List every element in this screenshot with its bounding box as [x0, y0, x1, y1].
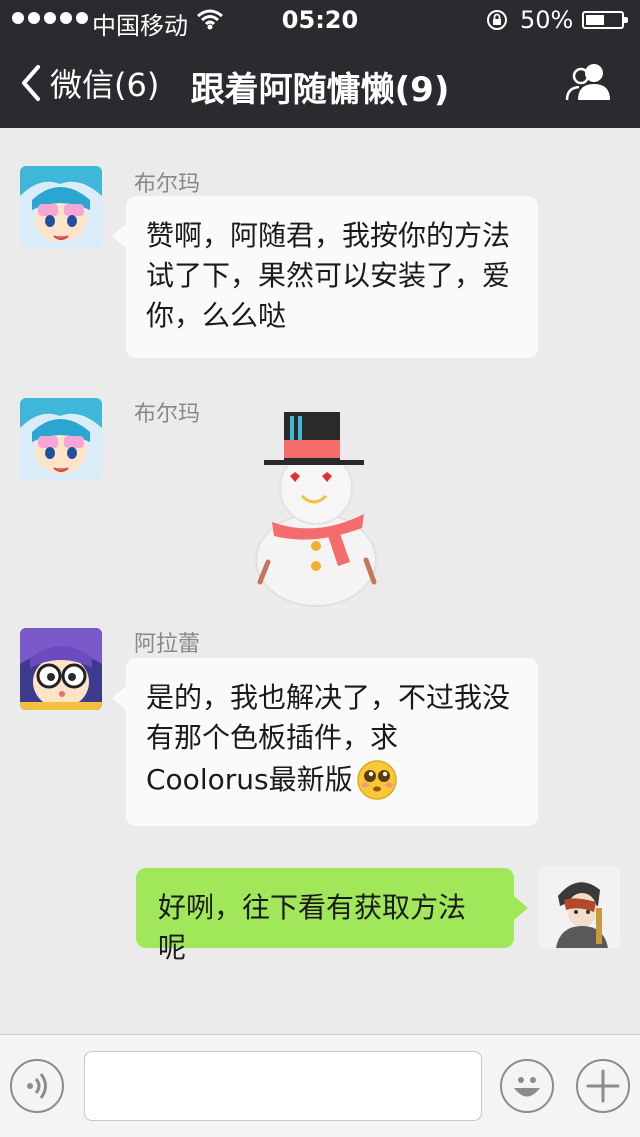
plus-icon [586, 1069, 620, 1103]
message-text: 好咧，往下看有获取方法呢 [158, 891, 467, 964]
emoji-icon [356, 760, 397, 800]
group-members-icon[interactable] [564, 60, 614, 106]
message-bubble[interactable]: 是的，我也解决了，不过我没 有那个色板插件，求 Coolorus最新版 [112, 658, 538, 826]
message-line: 试了下，果然可以安装了，爱 [146, 259, 511, 292]
message-line: 有那个色板插件，求 [146, 721, 399, 754]
back-button[interactable]: 微信(6) [18, 60, 159, 106]
sender-name: 布尔玛 [134, 172, 201, 197]
sender-name: 阿拉蕾 [134, 632, 201, 657]
message-line: 赞啊，阿随君，我按你的方法 [146, 219, 511, 252]
message-line: Coolorus最新版 [146, 763, 353, 796]
emoji-button[interactable] [500, 1059, 554, 1113]
back-label: 微信(6) [50, 66, 160, 104]
snowman-sticker[interactable] [254, 410, 384, 610]
battery-percentage: 50% [520, 6, 574, 34]
sender-name: 布尔玛 [134, 402, 201, 427]
message-bubble[interactable]: 赞啊，阿随君，我按你的方法 试了下，果然可以安装了，爱 你，么么哒 [112, 196, 538, 358]
message-line: 是的，我也解决了，不过我没 [146, 681, 511, 714]
message-input[interactable] [84, 1051, 482, 1121]
my-avatar[interactable] [538, 866, 620, 948]
avatar[interactable] [20, 398, 102, 480]
avatar[interactable] [20, 166, 102, 248]
top-bar: 中国移动 05:20 50% 微信(6) 跟着阿随慵懒(9) [0, 0, 640, 128]
smiley-icon [514, 1077, 540, 1097]
battery-icon [582, 11, 628, 29]
status-bar: 中国移动 05:20 50% [0, 0, 640, 40]
voice-button[interactable] [10, 1059, 64, 1113]
avatar[interactable] [20, 628, 102, 710]
message-line: 你，么么哒 [146, 299, 287, 332]
rotation-lock-icon [487, 10, 507, 30]
chevron-left-icon [22, 65, 40, 101]
voice-icon [27, 1073, 47, 1099]
chat-title: 跟着阿随慵懒(9) [190, 70, 450, 110]
message-list[interactable]: 布尔玛 赞啊，阿随君，我按你的方法 试了下，果然可以安装了，爱 你，么么哒 布尔… [0, 128, 640, 1034]
message-bubble-sent[interactable]: 好咧，往下看有获取方法呢 [136, 868, 528, 964]
more-button[interactable] [576, 1059, 630, 1113]
input-bar [0, 1034, 640, 1137]
navigation-bar: 微信(6) 跟着阿随慵懒(9) [0, 40, 640, 128]
